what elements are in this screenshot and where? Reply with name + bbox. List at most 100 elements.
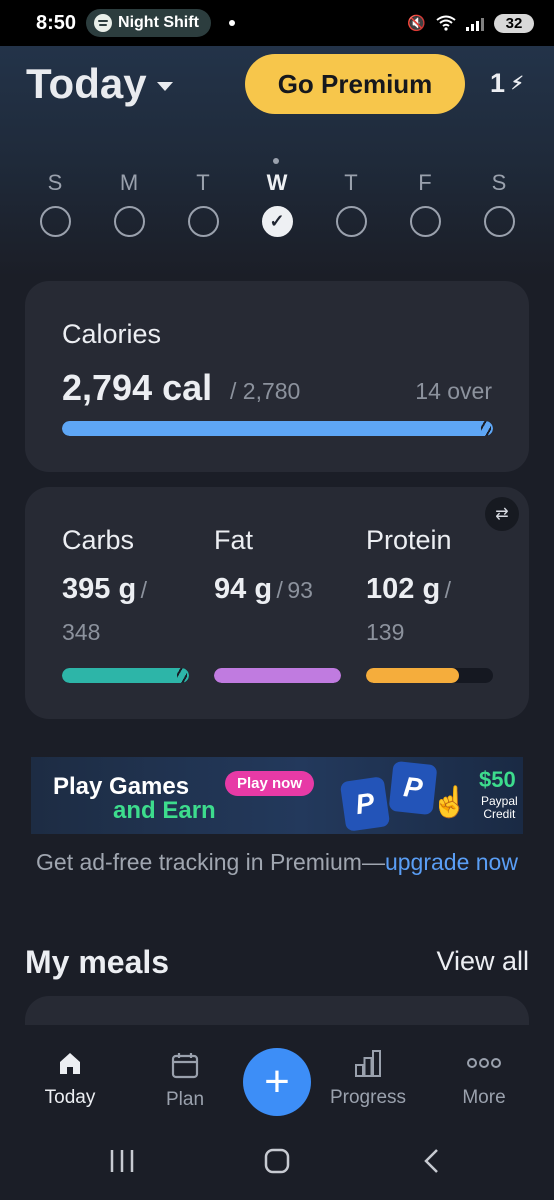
page-title: Today (26, 60, 147, 107)
macro-value: 102 g (366, 573, 441, 605)
day-status-circle (335, 206, 367, 237)
checkmark-icon: ✓ (261, 206, 293, 237)
nav-plan[interactable]: Plan (130, 1047, 240, 1111)
recents-icon[interactable] (108, 1148, 136, 1174)
day-thursday[interactable]: T (314, 170, 388, 237)
macro-value: 94 g (214, 573, 273, 605)
macro-slash: / (140, 577, 148, 603)
protein-progress-fill (366, 668, 459, 683)
calendar-icon (171, 1053, 199, 1079)
day-status-circle (39, 206, 71, 237)
macro-name: Carbs (62, 525, 135, 555)
protein-progress-bar (366, 668, 493, 683)
status-bar: 8:50 Night Shift 🔇 32 (0, 0, 554, 46)
signal-icon (466, 15, 484, 31)
macro-target: 93 (287, 577, 313, 603)
day-friday[interactable]: F (388, 170, 462, 237)
nav-label: Today (44, 1087, 96, 1108)
notification-dot-icon (228, 20, 235, 26)
macro-slash: / (444, 577, 452, 603)
ad-subheadline: and Earn (113, 797, 216, 824)
pointing-hand-icon: ☝ (431, 786, 469, 819)
streak-counter[interactable]: 1 ⚡︎ (490, 68, 524, 99)
wifi-icon (436, 15, 456, 31)
calories-title: Calories (62, 319, 162, 349)
spotify-icon (94, 14, 113, 32)
fat-progress-bar (214, 668, 341, 683)
fat-progress-fill (214, 668, 341, 683)
week-selector: S M T W ✓ T F S (18, 150, 536, 246)
status-time: 8:50 (36, 11, 77, 34)
carbs-progress-bar (62, 668, 189, 683)
calories-progress-bar (62, 421, 493, 436)
ad-subtext-line: Paypal (481, 794, 518, 808)
home-icon (60, 1053, 80, 1074)
day-letter: F (418, 170, 432, 195)
day-saturday[interactable]: S (462, 170, 536, 237)
calories-status: 14 over (415, 378, 492, 404)
nav-label: Plan (165, 1089, 205, 1110)
day-letter: T (344, 170, 358, 195)
macro-protein: Protein 102 g / 139 (366, 525, 506, 655)
bolt-icon: ⚡︎ (511, 73, 524, 93)
nav-label: Progress (329, 1087, 407, 1108)
day-status-circle (483, 206, 515, 237)
streak-count: 1 (490, 68, 506, 98)
day-monday[interactable]: M (92, 170, 166, 237)
bar-chart-icon (355, 1050, 381, 1077)
ad-play-now-button[interactable]: Play now (225, 771, 315, 796)
carbs-progress-fill (62, 668, 189, 683)
day-tuesday[interactable]: T (166, 170, 240, 237)
more-dots-icon (467, 1058, 501, 1068)
upgrade-link[interactable]: upgrade now (385, 849, 518, 875)
my-meals-title: My meals (25, 944, 170, 980)
battery-indicator: 32 (494, 13, 534, 33)
nav-label: More (462, 1087, 506, 1108)
home-button-icon[interactable] (263, 1148, 291, 1174)
ad-subtext-line: Credit (483, 807, 516, 821)
macro-slash: / (276, 577, 283, 603)
nav-more[interactable]: More (429, 1045, 539, 1109)
mute-icon: 🔇 (407, 15, 426, 32)
calories-card[interactable]: Calories 2,794 cal / 2,780 14 over (25, 281, 529, 472)
macro-value: 395 g (62, 573, 137, 605)
calories-target: / 2,780 (230, 378, 301, 404)
caret-down-icon (156, 81, 173, 91)
day-status-circle (113, 206, 145, 237)
ad-subtext: Paypal Credit (481, 795, 518, 821)
calories-value: 2,794 cal (62, 367, 213, 408)
system-navigation (0, 1130, 554, 1200)
macro-fat: Fat 94 g / 93 (214, 525, 354, 613)
macro-name: Protein (366, 525, 452, 555)
ad-banner[interactable]: Play Games and Earn Play now P P ☝ $50 P… (31, 757, 523, 834)
date-selector[interactable]: Today (26, 60, 173, 108)
go-premium-button[interactable]: Go Premium (245, 54, 465, 114)
day-letter: S (47, 170, 63, 195)
back-icon[interactable] (422, 1148, 442, 1174)
ad-amount: $50 (479, 767, 516, 792)
day-letter: S (491, 170, 507, 195)
paypal-icon: P (339, 776, 391, 832)
nav-today[interactable]: Today (15, 1045, 125, 1109)
upgrade-text: Get ad-free tracking in Premium— (36, 849, 385, 875)
night-shift-label: Night Shift (118, 14, 199, 31)
macro-target: 348 (62, 619, 101, 645)
app-header: Today Go Premium 1 ⚡︎ (0, 54, 554, 118)
day-letter: M (119, 170, 139, 195)
nav-progress[interactable]: Progress (313, 1045, 423, 1109)
macros-card[interactable]: ⇄ Carbs 395 g / 348 Fat 94 g / 93 Protei… (25, 487, 529, 719)
day-status-circle (187, 206, 219, 237)
today-marker-icon (273, 158, 279, 164)
day-sunday[interactable]: S (18, 170, 92, 237)
day-letter: T (196, 170, 210, 195)
day-status-circle (409, 206, 441, 237)
calories-progress-fill (62, 421, 493, 436)
day-wednesday[interactable]: W ✓ (240, 170, 314, 237)
add-button[interactable]: + (243, 1048, 311, 1116)
macro-name: Fat (214, 525, 254, 555)
day-letter: W (266, 170, 288, 195)
bottom-navigation: Today Plan + Progress More (0, 1025, 554, 1130)
upgrade-prompt: Get ad-free tracking in Premium—upgrade … (30, 846, 524, 879)
view-all-link[interactable]: View all (436, 946, 529, 977)
macro-target: 139 (366, 619, 405, 645)
